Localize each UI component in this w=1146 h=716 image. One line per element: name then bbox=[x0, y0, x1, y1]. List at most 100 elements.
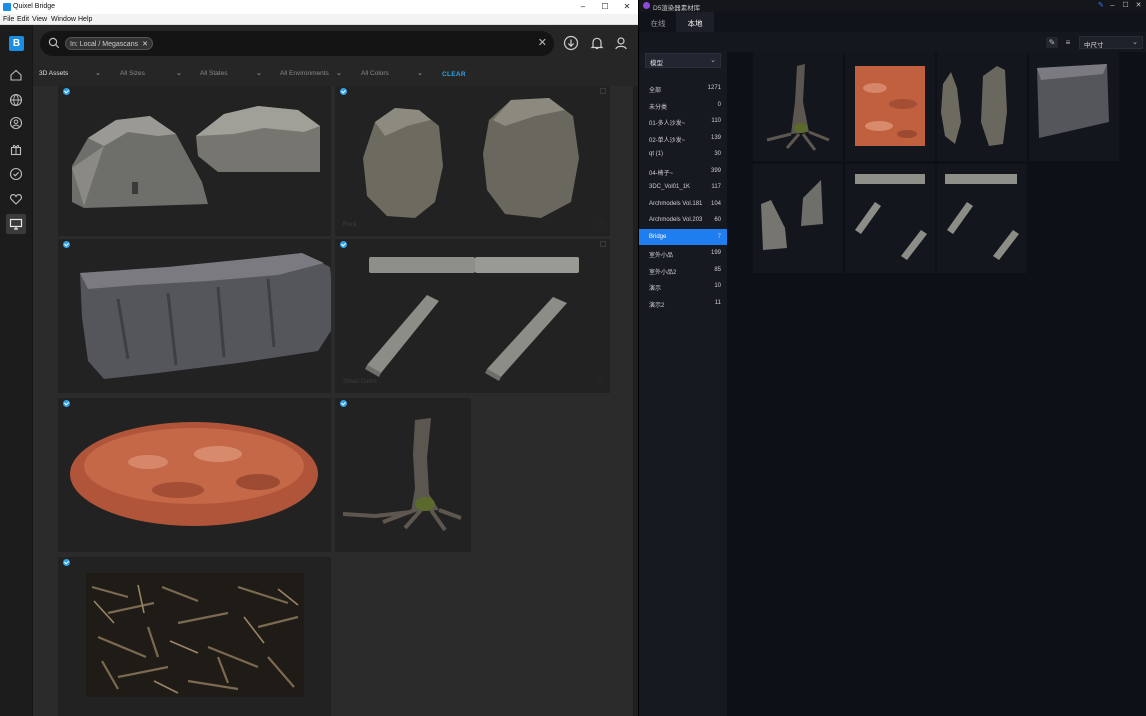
library-item[interactable]: qt (1) 30 bbox=[639, 146, 727, 162]
chevron-down-icon: ⌄ bbox=[417, 70, 423, 77]
maximize-icon[interactable]: ☐ bbox=[594, 2, 616, 11]
asset-thumb[interactable] bbox=[753, 52, 843, 161]
library-item-name: 01-多人沙发~ bbox=[649, 121, 686, 127]
library-item[interactable]: 演示 10 bbox=[639, 278, 727, 294]
asset-card[interactable] bbox=[58, 557, 331, 716]
asset-card[interactable] bbox=[58, 398, 331, 552]
close-icon[interactable]: ✕ bbox=[1132, 1, 1145, 9]
notification-bell-icon[interactable] bbox=[589, 35, 605, 51]
library-item-count: 0 bbox=[717, 101, 721, 108]
library-item[interactable]: 室外小品2 85 bbox=[639, 262, 727, 278]
library-item[interactable]: 室外小品 199 bbox=[639, 245, 727, 261]
downloaded-check-icon bbox=[63, 88, 70, 95]
category-select[interactable]: 模型 ⌄ bbox=[645, 53, 721, 68]
maximize-icon[interactable]: ☐ bbox=[1119, 1, 1132, 9]
library-item-count: 139 bbox=[710, 134, 721, 141]
asset-thumb[interactable] bbox=[937, 52, 1027, 161]
tab-online[interactable]: 在线 bbox=[639, 12, 677, 32]
menu-file[interactable]: File bbox=[3, 16, 14, 23]
asset-card[interactable] bbox=[58, 86, 331, 236]
bridge-home-logo[interactable]: B bbox=[9, 36, 24, 51]
library-item[interactable]: 演示2 11 bbox=[639, 295, 727, 311]
toolbar: ✎ ≡ 中尺寸 ⌄ bbox=[639, 32, 1146, 52]
title-bar: Quixel Bridge – ☐ ✕ bbox=[0, 0, 638, 14]
library-item[interactable]: 04-椅子~ 399 bbox=[639, 163, 727, 179]
check-circle-icon[interactable] bbox=[9, 167, 23, 181]
library-item[interactable]: 3DC_Vol01_1K 117 bbox=[639, 179, 727, 195]
library-item-name: 演示2 bbox=[649, 302, 665, 309]
asset-thumbnail bbox=[72, 106, 320, 208]
close-icon[interactable]: ✕ bbox=[616, 2, 638, 11]
street-curb-thumbnail bbox=[855, 174, 927, 260]
local-library-icon[interactable] bbox=[6, 214, 26, 234]
favorite-heart-icon[interactable]: ♡ bbox=[598, 377, 604, 385]
menu-help[interactable]: Help bbox=[78, 16, 92, 23]
asset-thumb[interactable] bbox=[753, 164, 843, 273]
minimize-icon[interactable]: – bbox=[572, 2, 594, 11]
downloaded-check-icon bbox=[63, 400, 70, 407]
sizes-dropdown[interactable]: All Sizes ⌄ bbox=[120, 70, 182, 77]
library-item[interactable]: Archmodels Vol.181 104 bbox=[639, 196, 727, 212]
download-icon[interactable] bbox=[563, 35, 579, 51]
sort-icon[interactable]: ≡ bbox=[1062, 37, 1074, 48]
library-item-name: 04-椅子~ bbox=[649, 170, 674, 177]
menu-edit[interactable]: Edit bbox=[17, 16, 29, 23]
library-item[interactable]: Archmodels Vol.203 60 bbox=[639, 212, 727, 228]
search-icon[interactable] bbox=[48, 37, 60, 49]
globe-icon[interactable] bbox=[9, 93, 23, 107]
category-value: 3D Assets bbox=[39, 70, 69, 77]
select-box-icon[interactable] bbox=[600, 88, 606, 94]
library-item[interactable]: 全部 1271 bbox=[639, 80, 727, 96]
clear-search-icon[interactable]: ✕ bbox=[538, 36, 547, 49]
edit-icon[interactable]: ✎ bbox=[1046, 37, 1058, 48]
tab-local[interactable]: 本地 bbox=[676, 12, 714, 32]
clear-filters-button[interactable]: CLEAR bbox=[442, 71, 466, 78]
user-icon[interactable] bbox=[9, 116, 23, 130]
library-item-name: Archmodels Vol.181 bbox=[649, 200, 703, 207]
chevron-down-icon: ⌄ bbox=[336, 70, 342, 77]
library-item-count: 117 bbox=[711, 184, 721, 190]
concrete-wall-thumbnail bbox=[761, 180, 823, 250]
library-item[interactable]: 01-多人沙发~ 110 bbox=[639, 113, 727, 129]
asset-card[interactable]: Rock ♡ bbox=[335, 86, 610, 236]
chip-remove-icon[interactable]: ✕ bbox=[142, 41, 148, 48]
asset-thumb[interactable] bbox=[937, 164, 1027, 273]
menu-view[interactable]: View bbox=[32, 16, 47, 23]
downloaded-check-icon bbox=[340, 241, 347, 248]
asset-card[interactable] bbox=[58, 239, 336, 393]
asset-thumb[interactable] bbox=[1029, 52, 1119, 161]
search-filter-chip[interactable]: In: Local / Megascans ✕ bbox=[65, 37, 153, 50]
environments-dropdown[interactable]: All Environments ⌄ bbox=[280, 70, 342, 77]
home-icon[interactable] bbox=[9, 68, 23, 82]
library-item[interactable]: Bridge 7 bbox=[639, 228, 727, 245]
category-dropdown[interactable]: 3D Assets ⌄ bbox=[39, 70, 101, 77]
library-item[interactable]: 02-单人沙发~ 139 bbox=[639, 130, 727, 146]
gift-icon[interactable] bbox=[9, 142, 23, 156]
asset-thumbnail bbox=[80, 253, 336, 379]
environments-value: All Environments bbox=[280, 70, 329, 77]
library-item[interactable]: 未分类 0 bbox=[639, 97, 727, 113]
library-item-count: 7 bbox=[717, 233, 721, 240]
size-value: 中尺寸 bbox=[1084, 42, 1104, 49]
asset-thumb[interactable] bbox=[845, 164, 935, 273]
account-icon[interactable] bbox=[613, 35, 629, 51]
minimize-icon[interactable]: – bbox=[1106, 2, 1119, 9]
select-box-icon[interactable] bbox=[600, 241, 606, 247]
asset-thumb[interactable] bbox=[845, 52, 935, 161]
library-item-count: 104 bbox=[710, 200, 721, 207]
favorite-heart-icon[interactable]: ♡ bbox=[598, 220, 604, 228]
search-bar[interactable]: In: Local / Megascans ✕ ✕ bbox=[40, 31, 554, 56]
heart-icon[interactable] bbox=[9, 192, 23, 206]
states-dropdown[interactable]: All States ⌄ bbox=[200, 70, 262, 77]
asset-card[interactable] bbox=[335, 398, 471, 552]
library-item-name: 未分类 bbox=[649, 104, 668, 111]
library-tabs: 在线 本地 bbox=[639, 12, 1146, 32]
asset-card[interactable]: Street Curbs ♡ bbox=[335, 239, 610, 393]
street-curb-thumbnail bbox=[945, 174, 1019, 260]
colors-dropdown[interactable]: All Colors ⌄ bbox=[361, 70, 423, 77]
menu-window[interactable]: Window bbox=[51, 16, 76, 23]
library-item-count: 1271 bbox=[707, 85, 721, 91]
pin-icon[interactable]: ✎ bbox=[1098, 1, 1104, 9]
thumbnail-size-select[interactable]: 中尺寸 ⌄ bbox=[1079, 36, 1143, 49]
category-value: 模型 bbox=[650, 60, 663, 67]
